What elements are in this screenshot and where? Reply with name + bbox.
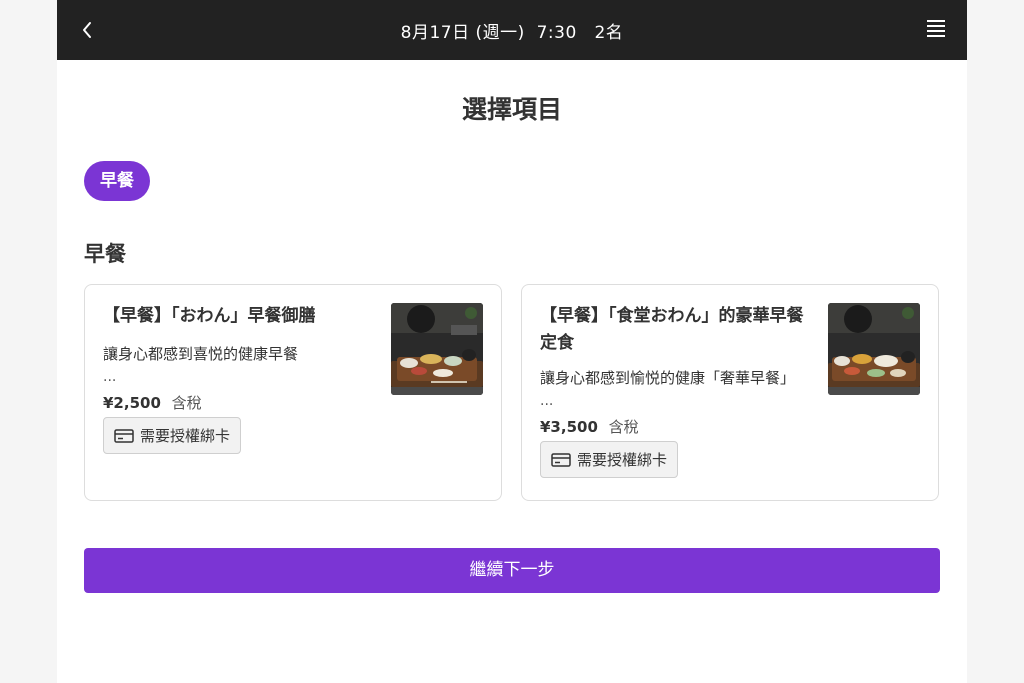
top-bar: 8月17日 (週一) 7:30 2名 [57,0,967,60]
menu-button[interactable] [927,20,947,38]
price-tax-label: 含稅 [171,394,202,412]
reservation-summary: 8月17日 (週一) 7:30 2名 [400,23,624,43]
item-name: 【早餐】「おわん」早餐御膳 [103,306,316,326]
price-amount: ¥2,500 [103,394,161,412]
item-image [828,303,920,395]
price-amount: ¥3,500 [540,418,598,436]
item-ellipsis: ... [103,369,117,385]
item-description: 讓身心都感到喜悦的健康早餐 [103,345,299,363]
section-title: 早餐 [84,242,126,266]
card-text: 【早餐】「食堂おわん」的豪華早餐定食 讓身心都感到愉悦的健康「奢華早餐」 ...… [540,303,812,478]
credit-card-icon [114,428,134,443]
category-chip-breakfast[interactable]: 早餐 [84,161,150,201]
card-text: 【早餐】「おわん」早餐御膳 讓身心都感到喜悦的健康早餐 ... ¥2,500 含… [103,303,375,454]
item-ellipsis: ... [540,393,554,409]
continue-button[interactable]: 繼續下一步 [84,548,940,593]
badge-label: 需要授權綁卡 [577,451,668,469]
item-price: ¥2,500 含稅 [103,392,375,414]
app-window: 8月17日 (週一) 7:30 2名 選擇項目 早餐 早餐 【早餐】「おわん」早… [57,0,967,683]
item-image [391,303,483,395]
price-tax-label: 含稅 [608,418,639,436]
menu-item-card[interactable]: 【早餐】「おわん」早餐御膳 讓身心都感到喜悦的健康早餐 ... ¥2,500 含… [84,284,502,501]
credit-card-icon [551,452,571,467]
badge-label: 需要授權綁卡 [140,427,231,445]
menu-item-card[interactable]: 【早餐】「食堂おわん」的豪華早餐定食 讓身心都感到愉悦的健康「奢華早餐」 ...… [521,284,939,501]
card-required-badge: 需要授權綁卡 [540,441,679,478]
item-price: ¥3,500 含稅 [540,416,812,438]
page-title: 選擇項目 [461,95,562,124]
card-required-badge: 需要授權綁卡 [103,417,242,454]
item-description: 讓身心都感到愉悦的健康「奢華早餐」 [540,369,796,387]
item-name: 【早餐】「食堂おわん」的豪華早餐定食 [540,306,804,353]
hamburger-menu-icon [927,20,947,37]
